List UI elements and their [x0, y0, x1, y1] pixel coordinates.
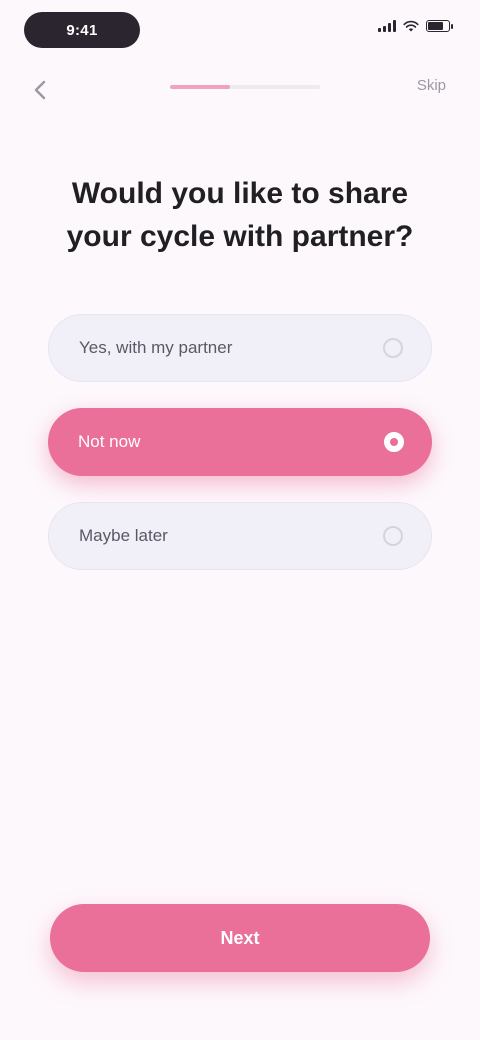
- option-item[interactable]: Yes, with my partner: [48, 314, 432, 382]
- wifi-icon: [403, 20, 419, 32]
- status-time: 9:41: [24, 12, 140, 48]
- top-nav: Skip: [0, 60, 480, 120]
- question-title: Would you like to share your cycle with …: [66, 177, 414, 253]
- progress-fill: [170, 85, 230, 89]
- status-icons: [378, 20, 453, 32]
- option-label: Not now: [78, 432, 141, 451]
- option-label: Yes, with my partner: [79, 338, 233, 357]
- option-list: Yes, with my partner Not now Maybe later: [48, 314, 432, 570]
- back-button[interactable]: [26, 76, 54, 104]
- radio-icon: [384, 432, 404, 452]
- radio-icon: [383, 526, 403, 546]
- skip-link[interactable]: Skip: [417, 77, 446, 94]
- signal-icon: [378, 20, 396, 32]
- option-item[interactable]: Maybe later: [48, 502, 432, 570]
- chevron-left-icon: [34, 80, 46, 100]
- option-item-selected[interactable]: Not now: [48, 408, 432, 476]
- radio-icon: [383, 338, 403, 358]
- battery-icon: [426, 20, 453, 32]
- option-label: Maybe later: [79, 526, 168, 545]
- progress-bar: [170, 85, 320, 89]
- status-bar: 9:41: [0, 0, 480, 60]
- next-button[interactable]: Next: [50, 904, 430, 972]
